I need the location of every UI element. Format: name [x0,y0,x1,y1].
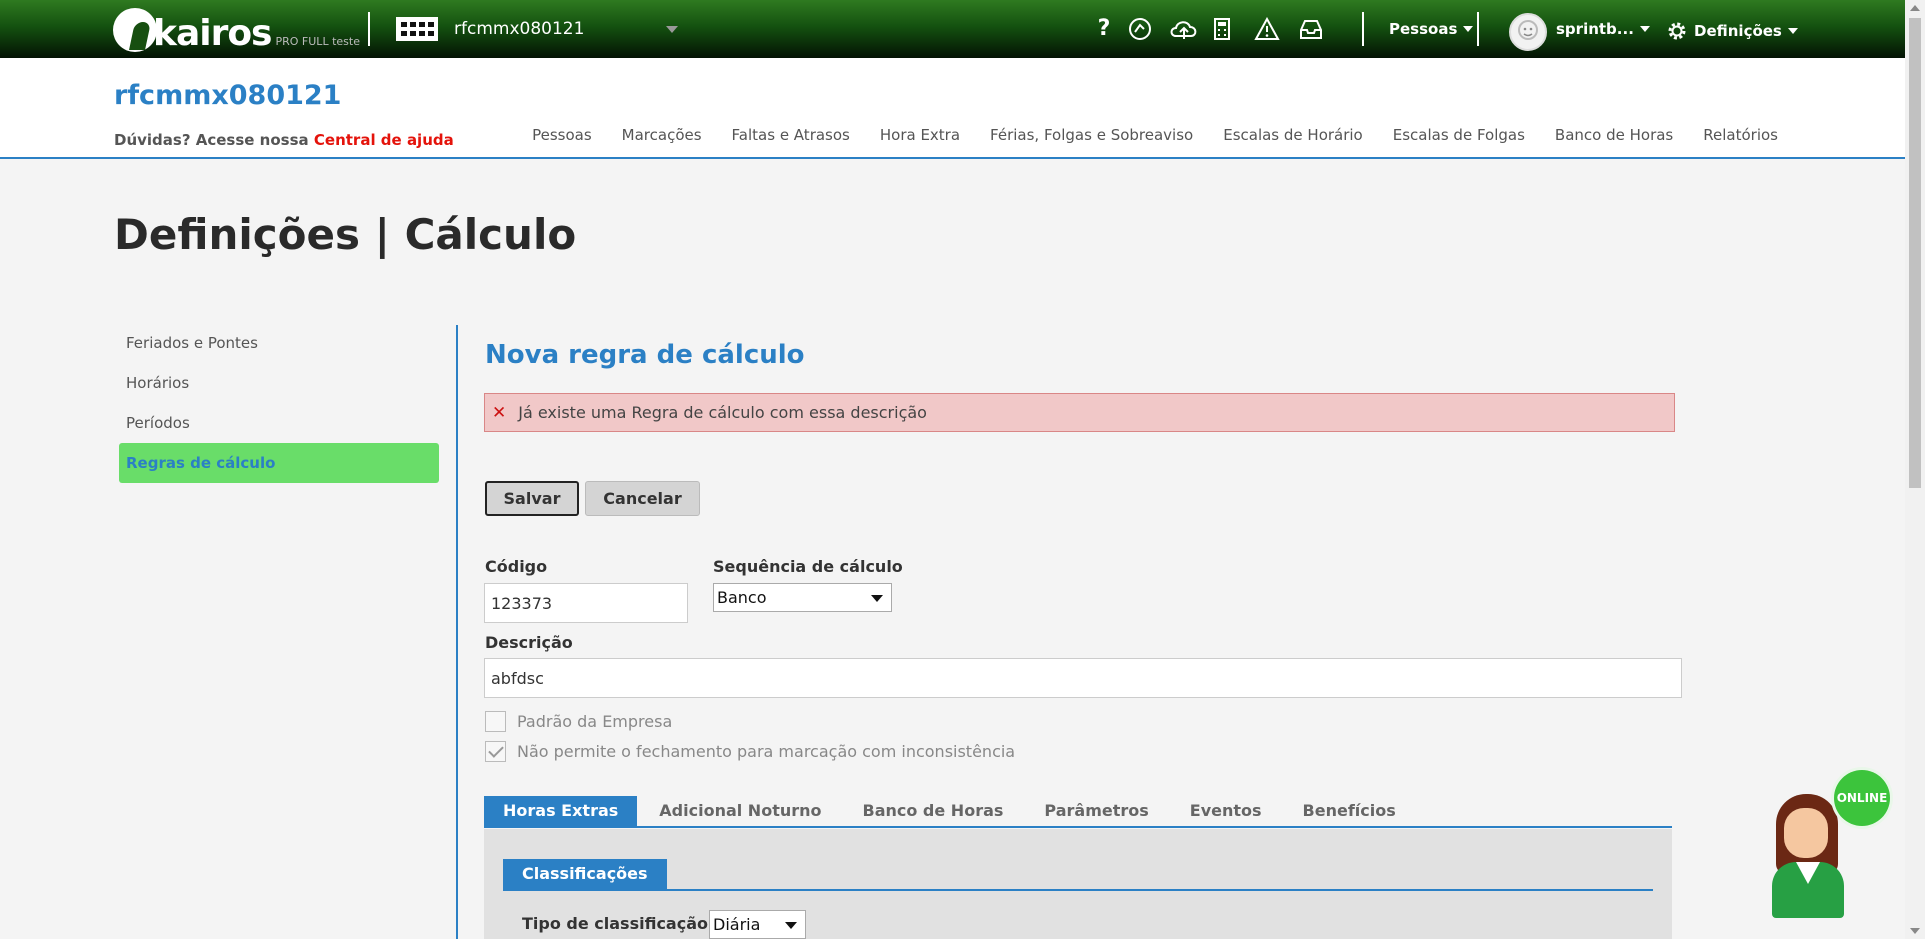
divider [368,12,370,46]
sidebar-item-periodos[interactable]: Períodos [119,403,439,443]
nav-faltas-atrasos[interactable]: Faltas e Atrasos [732,126,850,144]
page-title: Definições | Cálculo [114,210,577,259]
tab-adicional-noturno[interactable]: Adicional Noturno [640,796,840,826]
settings-label: Definições [1694,22,1782,40]
company-selector[interactable]: rfcmmx080121 [396,14,584,44]
tipo-classificacao-value: Diária [713,915,761,934]
nav-relatorios[interactable]: Relatórios [1703,126,1778,144]
top-bar: kairos PRO FULL teste rfcmmx080121 ? Pes… [0,0,1905,58]
tab-classificacoes[interactable]: Classificações [503,859,667,889]
sidebar-item-feriados[interactable]: Feriados e Pontes [119,323,439,363]
padrao-empresa-row[interactable]: Padrão da Empresa [485,711,672,732]
company-name: rfcmmx080121 [454,19,585,39]
scroll-down-icon[interactable] [1910,928,1920,934]
inbox-icon[interactable] [1298,17,1324,47]
company-building-icon [396,17,438,41]
page-scrollbar[interactable] [1905,0,1925,939]
fechamento-checkbox[interactable] [485,741,506,762]
sequencia-value: Banco [717,588,767,607]
chat-online-badge[interactable]: ONLINE [1834,770,1890,826]
help-prefix: Dúvidas? Acesse nossa [114,131,309,149]
divider [1362,12,1364,46]
padrao-empresa-label: Padrão da Empresa [517,712,673,731]
chevron-down-icon[interactable] [666,26,678,33]
section-title: Nova regra de cálculo [485,340,805,370]
chevron-down-icon [1787,28,1798,34]
pessoas-menu[interactable]: Pessoas [1389,20,1474,38]
nav-banco-horas[interactable]: Banco de Horas [1555,126,1673,144]
error-message: Já existe uma Regra de cálculo com essa … [518,403,927,422]
nav-escalas-folgas[interactable]: Escalas de Folgas [1393,126,1525,144]
pessoas-menu-label: Pessoas [1389,20,1458,38]
help-text: Dúvidas? Acesse nossa Central de ajuda [114,131,454,149]
warning-icon[interactable] [1254,16,1280,47]
kairos-logo-icon [113,8,157,52]
fechamento-row[interactable]: Não permite o fechamento para marcação c… [485,741,1015,762]
nav-marcacoes[interactable]: Marcações [622,126,702,144]
codigo-label: Código [485,557,548,576]
error-alert: ✕ Já existe uma Regra de cálculo com ess… [484,393,1675,432]
help-center-link[interactable]: Central de ajuda [314,131,454,149]
tab-beneficios[interactable]: Benefícios [1284,796,1415,826]
chevron-down-icon [871,594,883,602]
rule-tabs: Horas Extras Adicional Noturno Banco de … [484,796,1672,828]
main-nav: Pessoas Marcações Faltas e Atrasos Hora … [502,126,1778,144]
subtab-bar: Classificações [503,859,1653,891]
logo-text: kairos [153,13,272,54]
nav-hora-extra[interactable]: Hora Extra [880,126,960,144]
help-icon[interactable]: ? [1094,17,1114,41]
descricao-label: Descrição [485,633,573,652]
save-button[interactable]: Salvar [485,481,579,516]
divider [1477,12,1479,46]
nav-escalas-horario[interactable]: Escalas de Horário [1223,126,1363,144]
feedback-icon[interactable] [1127,17,1153,47]
page-header: rfcmmx080121 Dúvidas? Acesse nossa Centr… [0,58,1905,159]
codigo-input[interactable] [484,583,688,623]
fechamento-label: Não permite o fechamento para marcação c… [517,742,1016,761]
settings-sidebar: Feriados e Pontes Horários Períodos Regr… [119,323,439,483]
kairos-logo[interactable]: kairos PRO FULL teste [113,4,360,54]
sequencia-label: Sequência de cálculo [713,557,903,576]
company-title: rfcmmx080121 [114,80,342,111]
logo-subtitle: PRO FULL teste [275,35,360,48]
cancel-button[interactable]: Cancelar [585,481,700,516]
scroll-up-icon[interactable] [1910,5,1920,11]
gear-icon [1666,20,1688,42]
tab-banco-horas[interactable]: Banco de Horas [844,796,1023,826]
sidebar-item-regras-calculo[interactable]: Regras de cálculo [119,443,439,483]
cloud-upload-icon[interactable] [1168,17,1200,47]
chevron-down-icon [1463,26,1474,32]
tipo-classificacao-label: Tipo de classificação: [522,914,715,933]
close-icon: ✕ [492,402,507,423]
settings-menu[interactable]: Definições [1666,20,1798,42]
user-avatar[interactable] [1509,13,1547,51]
tab-eventos[interactable]: Eventos [1171,796,1281,826]
nav-ferias-folgas[interactable]: Férias, Folgas e Sobreaviso [990,126,1193,144]
user-name: sprintb... [1556,20,1634,38]
padrao-empresa-checkbox[interactable] [485,711,506,732]
calculator-icon[interactable] [1212,17,1232,47]
chevron-down-icon [785,921,797,929]
tipo-classificacao-select[interactable]: Diária [709,910,806,939]
descricao-input[interactable] [484,658,1682,698]
sidebar-item-horarios[interactable]: Horários [119,363,439,403]
tab-horas-extras[interactable]: Horas Extras [484,796,638,826]
scroll-thumb[interactable] [1909,18,1921,488]
content-divider [456,325,458,939]
chat-agent-face [1784,808,1828,858]
sequencia-select[interactable]: Banco [713,583,892,612]
tab-parametros[interactable]: Parâmetros [1025,796,1167,826]
nav-pessoas[interactable]: Pessoas [532,126,592,144]
chevron-down-icon [1639,26,1650,32]
user-menu[interactable]: sprintb... [1556,20,1650,38]
chat-widget[interactable]: ONLINE [1762,768,1892,918]
horas-extras-panel: Classificações Tipo de classificação: Di… [484,829,1672,939]
